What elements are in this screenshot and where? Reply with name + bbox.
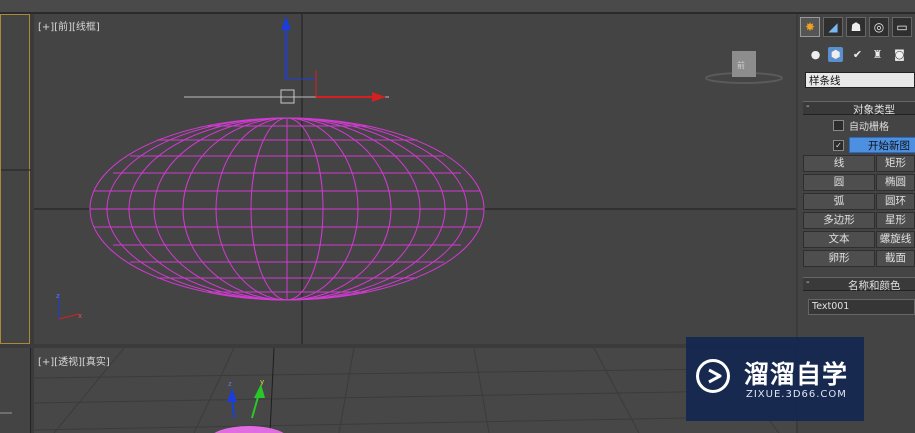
star-button[interactable]: 星形 [876, 212, 915, 229]
object-type-title: 对象类型 [853, 104, 895, 116]
display-tab[interactable]: ▭ [892, 17, 912, 37]
arc-button[interactable]: 弧 [803, 193, 875, 210]
object-type-rollout-header[interactable]: - 对象类型 [803, 101, 915, 116]
display-icon: ▭ [896, 20, 908, 34]
modify-icon: ◢ [828, 20, 838, 34]
text-button[interactable]: 文本 [803, 231, 875, 248]
svg-text:z: z [228, 380, 232, 388]
svg-text:z: z [56, 292, 60, 300]
start-new-shape-button[interactable]: 开始新图 [849, 137, 915, 153]
svg-text:x: x [78, 312, 82, 320]
auto-grid-checkbox[interactable] [833, 119, 844, 131]
auto-grid-row[interactable]: 自动栅格 [833, 118, 889, 133]
left-bottom-viewport-content [0, 412, 12, 414]
watermark: 溜溜自学 ZIXUE.3D66.COM [686, 337, 864, 421]
hierarchy-icon: ☗ [850, 20, 862, 34]
motion-tab[interactable]: ◎ [869, 17, 889, 37]
helix-button[interactable]: 螺旋线 [876, 231, 915, 248]
auto-grid-label: 自动栅格 [849, 121, 889, 133]
donut-button[interactable]: 圆环 [876, 193, 915, 210]
name-color-title: 名称和颜色 [848, 280, 901, 292]
left-bottom-viewport[interactable] [0, 348, 31, 433]
motion-icon: ◎ [873, 20, 885, 34]
section-button[interactable]: 截面 [876, 250, 915, 267]
ellipse-spline-wireframe [89, 117, 485, 301]
egg-button[interactable]: 卵形 [803, 250, 875, 267]
lights-icon[interactable]: ✔ [850, 47, 865, 62]
left-viewport[interactable] [0, 14, 31, 344]
create-icon: ✸ [804, 20, 816, 34]
circle-button[interactable]: 圆 [803, 174, 875, 191]
perspective-grid: z y [34, 348, 796, 433]
front-viewport-canvas: 前 z x [34, 14, 796, 344]
line-button[interactable]: 线 [803, 155, 875, 172]
start-new-shape-row[interactable]: ✓ 开始新图 [833, 136, 915, 154]
category-dropdown[interactable]: 样条线 [805, 72, 915, 88]
play-icon [708, 368, 722, 384]
cameras-icon[interactable]: ♜ [870, 47, 885, 62]
object-name-field[interactable]: Text001 [808, 299, 915, 315]
watermark-title: 溜溜自学 [744, 360, 849, 389]
ellipse-button[interactable]: 椭圆 [876, 174, 915, 191]
left-viewport-content [1, 55, 31, 171]
svg-text:前: 前 [737, 60, 745, 70]
helpers-icon[interactable]: ◙ [892, 47, 907, 62]
ngon-button[interactable]: 多边形 [803, 212, 875, 229]
shapes-icon[interactable]: ⬢ [828, 47, 843, 62]
perspective-viewport-label[interactable]: [+][透视][真实] [38, 353, 110, 368]
name-color-rollout-header[interactable]: - 名称和颜色 [803, 277, 915, 292]
watermark-url: ZIXUE.3D66.COM [746, 389, 847, 400]
collapse-icon: - [806, 101, 810, 112]
start-new-shape-checkbox[interactable]: ✓ [833, 139, 844, 151]
geometry-icon[interactable]: ● [808, 47, 823, 62]
transform-gizmo [184, 16, 389, 104]
create-tab[interactable]: ✸ [800, 17, 820, 37]
rectangle-button[interactable]: 矩形 [876, 155, 915, 172]
modify-tab[interactable]: ◢ [823, 17, 843, 37]
collapse-icon-2: - [806, 277, 810, 288]
top-toolbar-strip [0, 0, 915, 14]
front-viewport[interactable]: [+][前][线框] 前 z x [34, 14, 796, 344]
hierarchy-tab[interactable]: ☗ [846, 17, 866, 37]
svg-text:y: y [260, 378, 264, 386]
perspective-viewport[interactable]: z y [+][透视][真实] [34, 348, 796, 433]
viewcube-front: 前 [705, 51, 783, 84]
watermark-logo-icon [696, 359, 730, 393]
world-axis-tripod-front: z x [56, 292, 82, 320]
